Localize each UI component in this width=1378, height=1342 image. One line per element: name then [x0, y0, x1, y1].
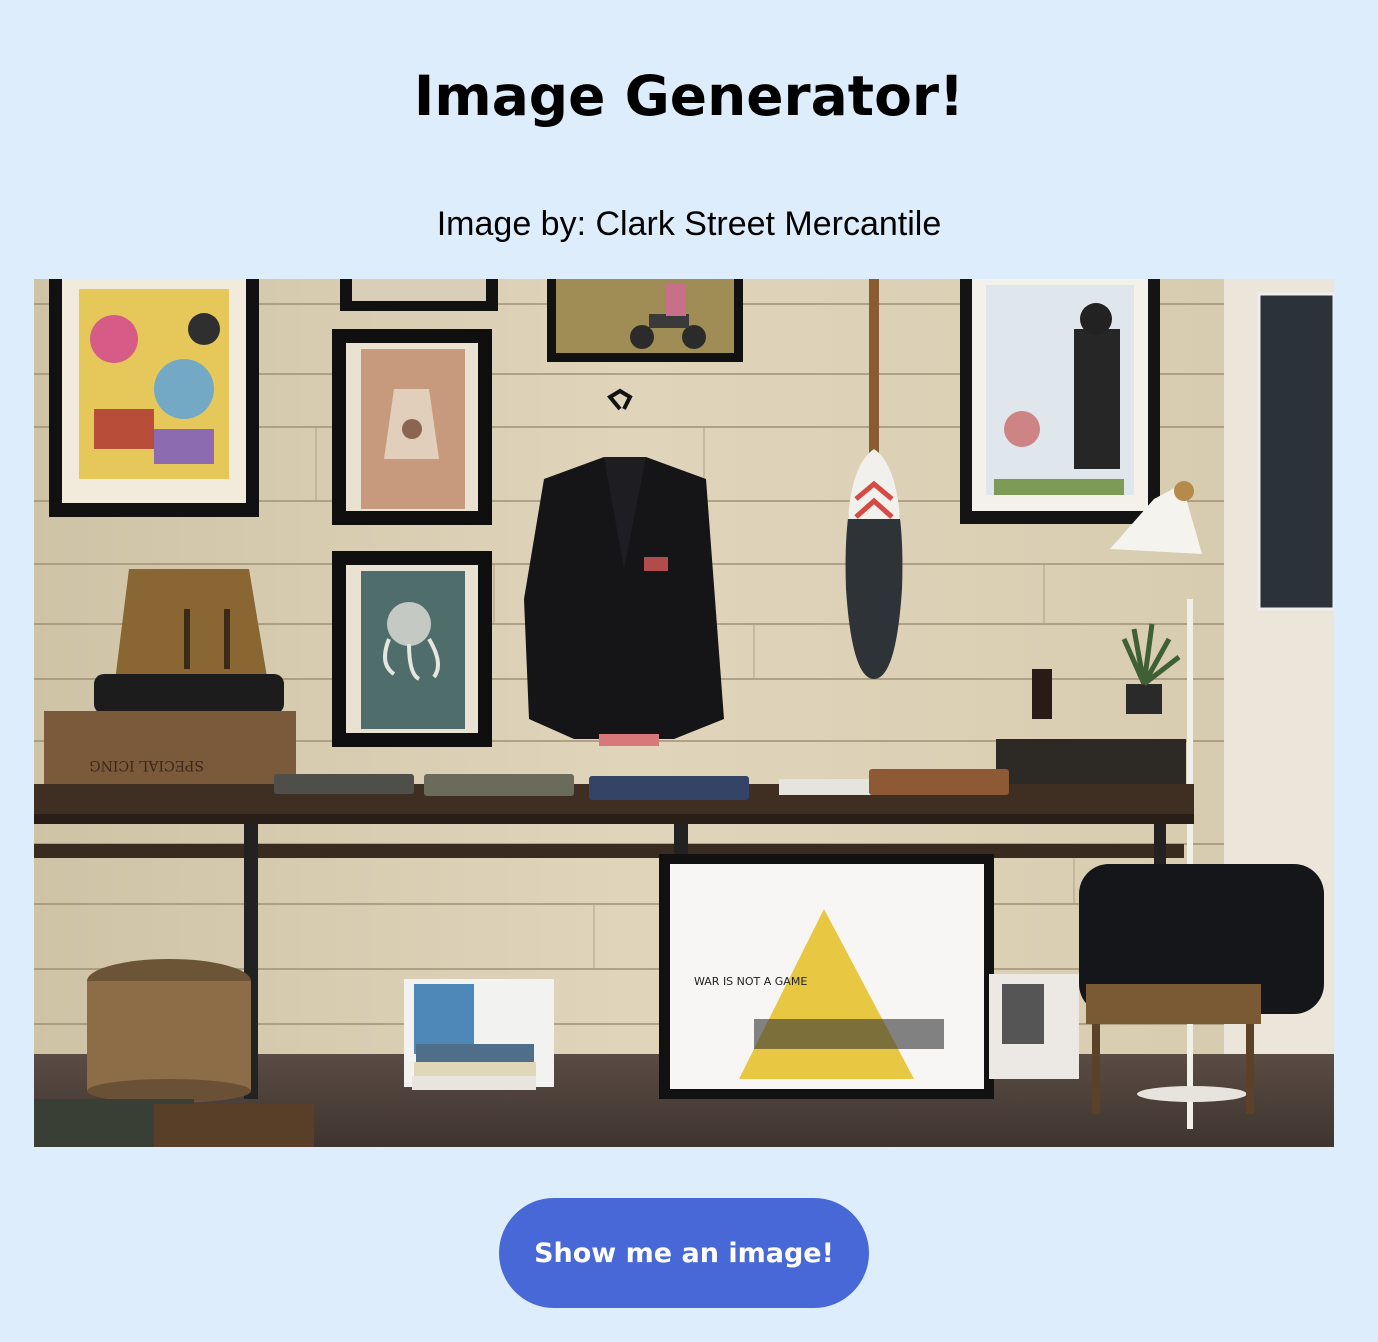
folded-shirt-brown — [869, 769, 1009, 795]
folded-shirt-olive — [424, 774, 574, 796]
poster-caption: WAR IS NOT A GAME — [694, 975, 807, 988]
leaning-poster: WAR IS NOT A GAME — [659, 854, 994, 1099]
framed-art-figure — [960, 279, 1160, 524]
hat-box — [87, 959, 251, 1103]
foreground-box — [154, 1104, 314, 1147]
magazine-stack — [779, 779, 879, 795]
generated-image: SPECIAL ICING WAR IS NOT A GAME — [34, 279, 1334, 1147]
folded-shirt-navy — [589, 776, 749, 800]
small-cabinet — [996, 739, 1186, 789]
framed-art-colorful — [49, 279, 259, 517]
framed-art-hand — [332, 329, 492, 525]
show-image-button[interactable]: Show me an image! — [499, 1198, 869, 1308]
image-credit: Image by: Clark Street Mercantile — [436, 205, 942, 243]
page-title: Image Generator! — [413, 64, 965, 128]
crate-label: SPECIAL ICING — [89, 757, 204, 773]
folded-shirt-grey — [274, 774, 414, 794]
book-stack — [404, 979, 554, 1090]
framed-art-octopus — [332, 551, 492, 747]
framed-art-motorcycle — [547, 279, 743, 362]
bottle — [1032, 669, 1052, 719]
